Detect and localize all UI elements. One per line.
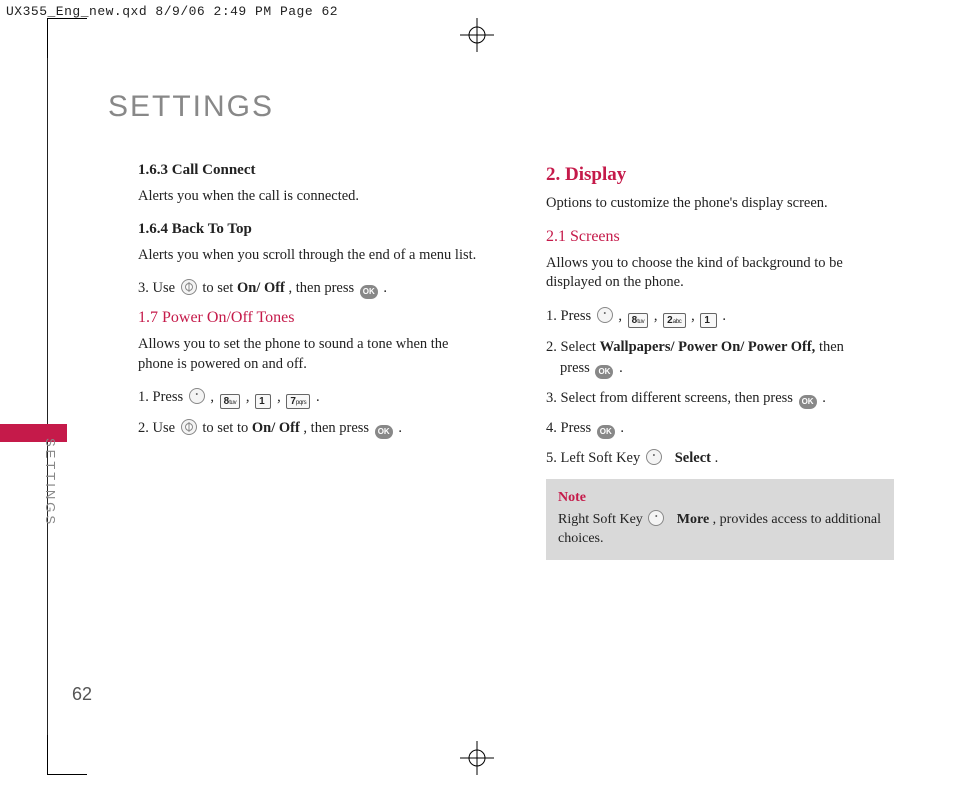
heading-164: 1.6.4 Back To Top <box>138 221 486 238</box>
t: to set to <box>202 420 252 436</box>
t: 1. Press <box>138 389 187 405</box>
left-column: 1.6.3 Call Connect Alerts you when the c… <box>108 156 486 560</box>
file-info-header: UX355_Eng_new.qxd 8/9/06 2:49 PM Page 62 <box>6 4 338 19</box>
step-21-3: 3. Select from different screens, then p… <box>546 389 894 409</box>
page-content: SETTINGS SETTINGS 62 1.6.3 Call Connect … <box>108 90 894 733</box>
onoff: On/ Off <box>237 280 285 296</box>
t: 5. Left Soft Key <box>546 450 644 466</box>
c: , <box>210 389 217 405</box>
registration-mark-top <box>460 18 494 52</box>
heading-21: 2.1 Screens <box>546 228 894 246</box>
body-164: Alerts you when you scroll through the e… <box>138 246 486 266</box>
step-17-1: 1. Press , 8tuv , 1 , 7pqrs . <box>138 388 486 409</box>
key-8-icon: 8tuv <box>628 313 649 328</box>
step-21-4: 4. Press OK . <box>546 419 894 439</box>
step-21-5: 5. Left Soft Key Select . <box>546 449 894 469</box>
side-label: SETTINGS <box>43 438 58 527</box>
t: 1. Press <box>546 308 595 324</box>
t: 3. Select from different screens, then p… <box>546 390 797 406</box>
heading-17: 1.7 Power On/Off Tones <box>138 309 486 327</box>
key-8-icon: 8tuv <box>220 394 241 409</box>
step-21-2: 2. Select Wallpapers/ Power On/ Power Of… <box>546 338 894 358</box>
t: , then press <box>303 420 372 436</box>
dot: . <box>722 308 726 324</box>
more: More <box>677 512 709 527</box>
note-body: Right Soft Key More , provides access to… <box>558 510 882 549</box>
nav-key-icon <box>181 419 197 435</box>
softkey-icon <box>189 388 205 404</box>
registration-mark-bottom <box>460 741 494 775</box>
t: then <box>819 339 844 355</box>
key-7-icon: 7pqrs <box>286 394 310 409</box>
key-1-icon: 1 <box>700 313 716 328</box>
key-2-icon: 2abc <box>663 313 685 328</box>
c: , <box>691 308 698 324</box>
step-21-2b: press OK . <box>546 359 894 379</box>
crop-left-rule <box>47 18 48 775</box>
dot: . <box>715 450 719 466</box>
page-number: 62 <box>72 684 92 705</box>
t: 4. Press <box>546 420 595 436</box>
crop-mark-bottom-left <box>47 735 87 775</box>
key-1-icon: 1 <box>255 394 271 409</box>
heading-163: 1.6.3 Call Connect <box>138 162 486 179</box>
dot: . <box>398 420 402 436</box>
softkey-icon <box>597 307 613 323</box>
body-2: Options to customize the phone's display… <box>546 194 894 214</box>
heading-2: 2. Display <box>546 164 894 186</box>
step-164-3: 3. Use to set On/ Off , then press OK . <box>138 279 486 299</box>
dot: . <box>316 389 320 405</box>
ok-key-icon: OK <box>360 285 378 299</box>
softkey-icon <box>646 449 662 465</box>
t: press <box>560 360 593 376</box>
right-column: 2. Display Options to customize the phon… <box>546 156 894 560</box>
crop-mark-top-left <box>47 18 87 58</box>
ok-key-icon: OK <box>799 395 817 409</box>
c: , <box>654 308 661 324</box>
body-17: Allows you to set the phone to sound a t… <box>138 335 486 374</box>
page-title: SETTINGS <box>108 90 894 124</box>
softkey-icon <box>648 510 664 526</box>
c: , <box>277 389 284 405</box>
t: , then press <box>289 280 358 296</box>
body-21: Allows you to choose the kind of backgro… <box>546 254 894 293</box>
ok-key-icon: OK <box>597 425 615 439</box>
b: Wallpapers/ Power On/ Power Off, <box>600 339 816 355</box>
note-box: Note Right Soft Key More , provides acce… <box>546 479 894 561</box>
dot: . <box>620 420 624 436</box>
ok-key-icon: OK <box>595 365 613 379</box>
t: Right Soft Key <box>558 512 646 527</box>
note-label: Note <box>558 489 882 508</box>
t: 2. Use <box>138 420 179 436</box>
c: , <box>618 308 625 324</box>
ok-key-icon: OK <box>375 425 393 439</box>
dot: . <box>383 280 387 296</box>
select: Select <box>675 450 711 466</box>
nav-key-icon <box>181 279 197 295</box>
t: to set <box>202 280 237 296</box>
onoff: On/ Off <box>252 420 300 436</box>
t: 3. Use <box>138 280 179 296</box>
body-163: Alerts you when the call is connected. <box>138 187 486 207</box>
dot: . <box>822 390 826 406</box>
c: , <box>246 389 253 405</box>
dot: . <box>619 360 623 376</box>
step-17-2: 2. Use to set to On/ Off , then press OK… <box>138 419 486 439</box>
t: 2. Select <box>546 339 600 355</box>
step-21-1: 1. Press , 8tuv , 2abc , 1 . <box>546 307 894 328</box>
